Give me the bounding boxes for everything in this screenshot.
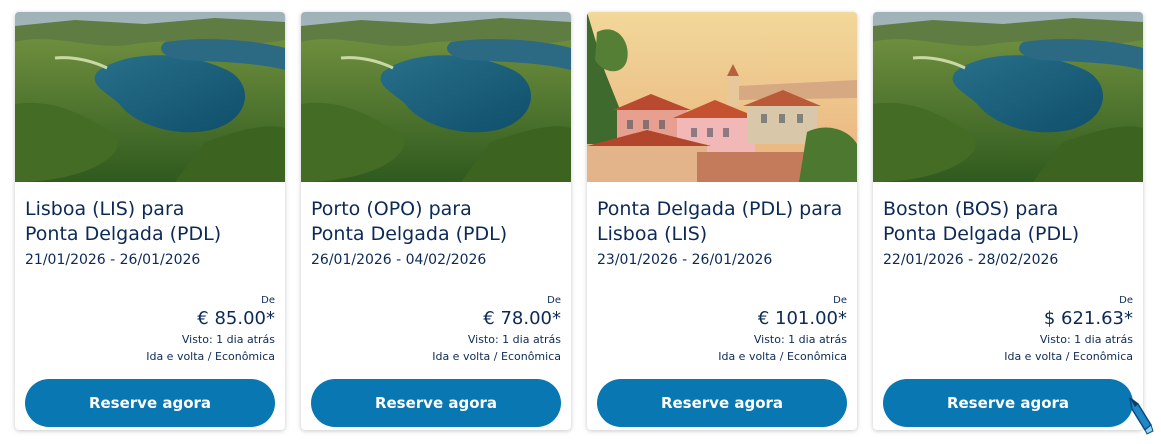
route-title: Lisboa (LIS) para Ponta Delgada (PDL) bbox=[25, 197, 275, 247]
book-now-button[interactable]: Reserve agora bbox=[597, 379, 847, 427]
card-body: Boston (BOS) para Ponta Delgada (PDL) 22… bbox=[883, 182, 1133, 430]
offer-card[interactable]: Ponta Delgada (PDL) para Lisboa (LIS) 23… bbox=[587, 12, 857, 430]
route-origin: Porto (OPO) para bbox=[311, 198, 472, 220]
route-title: Ponta Delgada (PDL) para Lisboa (LIS) bbox=[597, 197, 847, 247]
route-destination: Ponta Delgada (PDL) bbox=[311, 223, 508, 245]
book-now-button[interactable]: Reserve agora bbox=[883, 379, 1133, 427]
price: € 78.00* bbox=[483, 308, 561, 329]
price: $ 621.63* bbox=[1043, 308, 1133, 329]
book-now-button[interactable]: Reserve agora bbox=[311, 379, 561, 427]
travel-dates: 22/01/2026 - 28/02/2026 bbox=[883, 252, 1059, 268]
route-destination: Ponta Delgada (PDL) bbox=[883, 223, 1080, 245]
trip-type: Ida e volta / Econômica bbox=[146, 350, 275, 363]
price: € 85.00* bbox=[197, 308, 275, 329]
seen-ago: Visto: 1 dia atrás bbox=[181, 333, 275, 346]
route-title: Boston (BOS) para Ponta Delgada (PDL) bbox=[883, 197, 1133, 247]
seen-ago: Visto: 1 dia atrás bbox=[1039, 333, 1133, 346]
travel-dates: 26/01/2026 - 04/02/2026 bbox=[311, 252, 487, 268]
offer-card[interactable]: Lisboa (LIS) para Ponta Delgada (PDL) 21… bbox=[15, 12, 285, 430]
trip-type: Ida e volta / Econômica bbox=[718, 350, 847, 363]
from-label: De bbox=[547, 295, 561, 306]
azores-lagoon-photo bbox=[873, 12, 1143, 182]
from-label: De bbox=[833, 295, 847, 306]
book-now-button[interactable]: Reserve agora bbox=[25, 379, 275, 427]
card-body: Lisboa (LIS) para Ponta Delgada (PDL) 21… bbox=[25, 182, 275, 430]
card-body: Porto (OPO) para Ponta Delgada (PDL) 26/… bbox=[311, 182, 561, 430]
trip-type: Ida e volta / Econômica bbox=[432, 350, 561, 363]
seen-ago: Visto: 1 dia atrás bbox=[467, 333, 561, 346]
route-origin: Boston (BOS) para bbox=[883, 198, 1059, 220]
card-body: Ponta Delgada (PDL) para Lisboa (LIS) 23… bbox=[597, 182, 847, 430]
trip-type: Ida e volta / Econômica bbox=[1004, 350, 1133, 363]
seen-ago: Visto: 1 dia atrás bbox=[753, 333, 847, 346]
price: € 101.00* bbox=[757, 308, 847, 329]
route-origin: Ponta Delgada (PDL) para bbox=[597, 198, 843, 220]
from-label: De bbox=[261, 295, 275, 306]
route-origin: Lisboa (LIS) para bbox=[25, 198, 185, 220]
lisbon-city-photo bbox=[587, 12, 857, 182]
travel-dates: 21/01/2026 - 26/01/2026 bbox=[25, 252, 201, 268]
offer-card[interactable]: Boston (BOS) para Ponta Delgada (PDL) 22… bbox=[873, 12, 1143, 430]
azores-lagoon-photo bbox=[301, 12, 571, 182]
from-label: De bbox=[1119, 295, 1133, 306]
offer-cards-row: Lisboa (LIS) para Ponta Delgada (PDL) 21… bbox=[15, 12, 1143, 430]
route-destination: Ponta Delgada (PDL) bbox=[25, 223, 222, 245]
offer-card[interactable]: Porto (OPO) para Ponta Delgada (PDL) 26/… bbox=[301, 12, 571, 430]
price-block: De € 101.00* Visto: 1 dia atrás Ida e vo… bbox=[718, 295, 847, 365]
route-destination: Lisboa (LIS) bbox=[597, 223, 708, 245]
route-title: Porto (OPO) para Ponta Delgada (PDL) bbox=[311, 197, 561, 247]
price-block: De $ 621.63* Visto: 1 dia atrás Ida e vo… bbox=[1004, 295, 1133, 365]
travel-dates: 23/01/2026 - 26/01/2026 bbox=[597, 252, 773, 268]
price-block: De € 78.00* Visto: 1 dia atrás Ida e vol… bbox=[432, 295, 561, 365]
azores-lagoon-photo bbox=[15, 12, 285, 182]
price-block: De € 85.00* Visto: 1 dia atrás Ida e vol… bbox=[146, 295, 275, 365]
